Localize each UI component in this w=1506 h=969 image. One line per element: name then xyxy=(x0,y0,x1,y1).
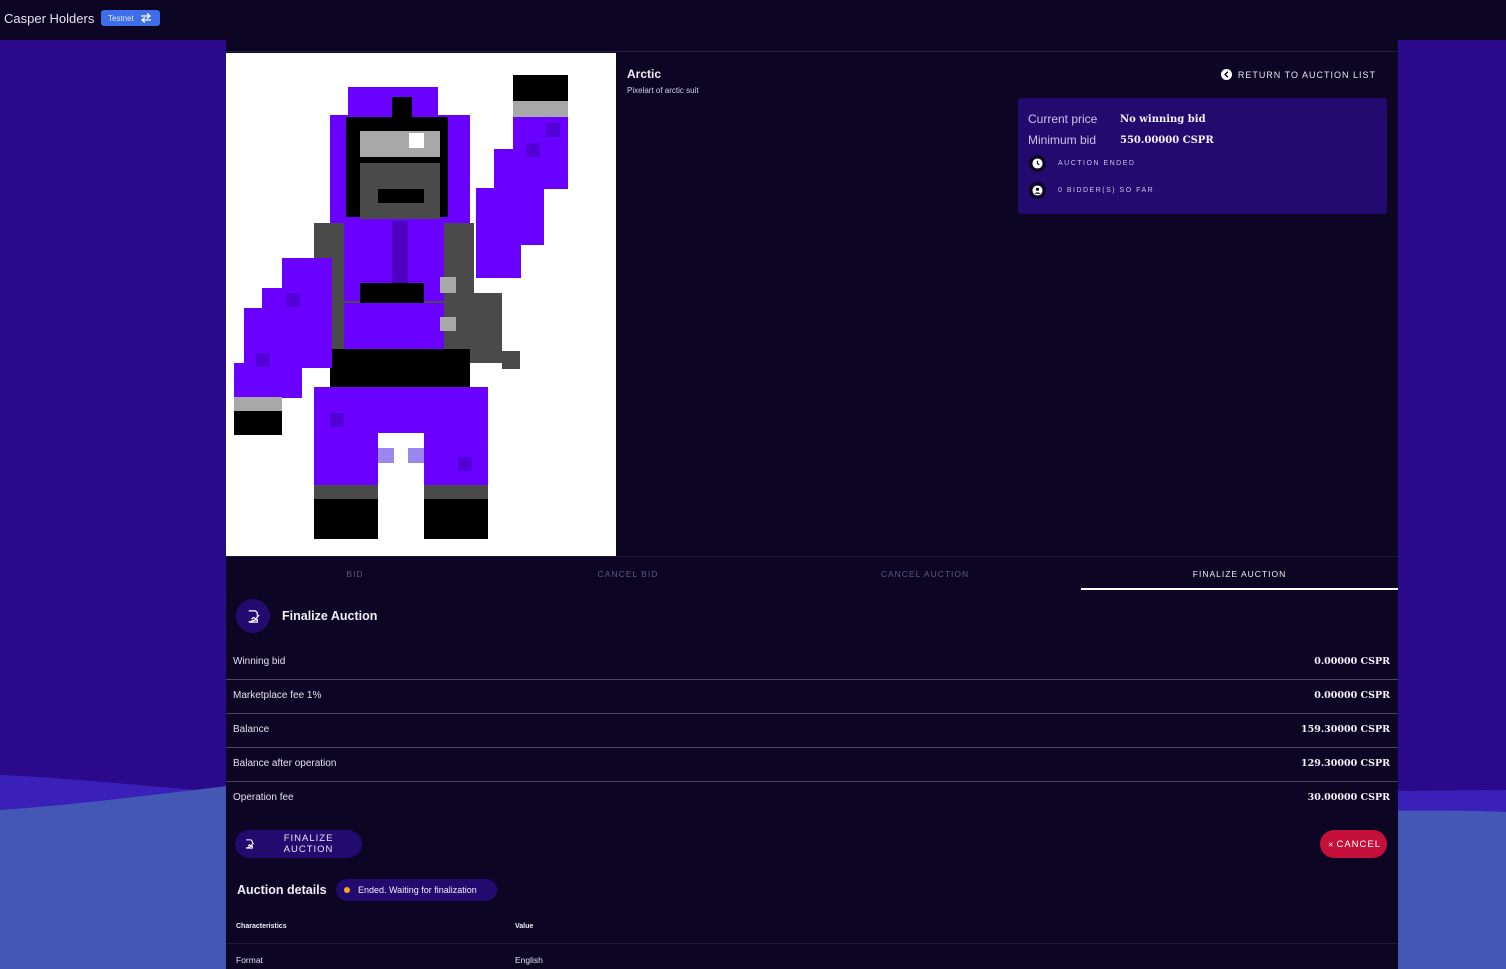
summary-label: Balance xyxy=(233,724,270,735)
summary-row-marketplace-fee: Marketplace fee 1% 0.00000 CSPR xyxy=(226,680,1398,714)
finalize-auction-button-label: FINALIZE AUCTION xyxy=(283,833,334,855)
item-name: Arctic xyxy=(627,67,662,81)
column-header-characteristics: Characteristics xyxy=(236,923,287,930)
arrow-left-circle-icon xyxy=(1220,69,1232,80)
bidders-count-text: 0 BIDDER(S) SO FAR xyxy=(1058,187,1155,194)
details-cell-characteristic: Format xyxy=(236,955,263,965)
auction-status-text: AUCTION ENDED xyxy=(1058,160,1136,167)
tab-cancel-auction[interactable]: CANCEL AUCTION xyxy=(772,569,1078,579)
summary-value: 30.00000 CSPR xyxy=(1307,792,1390,803)
current-price-value: No winning bid xyxy=(1120,113,1206,125)
return-to-auction-list-link[interactable]: RETURN TO AUCTION LIST xyxy=(1220,69,1376,80)
current-price-row: Current price No winning bid xyxy=(1028,112,1206,126)
swap-arrows-icon xyxy=(140,13,151,23)
return-link-label: RETURN TO AUCTION LIST xyxy=(1237,69,1376,80)
summary-value: 159.30000 CSPR xyxy=(1301,724,1390,735)
column-header-value: Value xyxy=(515,923,534,930)
active-tab-indicator xyxy=(1081,588,1398,590)
clock-icon xyxy=(1029,155,1046,172)
auction-status-chip: Ended. Waiting for finalization xyxy=(336,879,497,901)
close-icon xyxy=(1328,841,1333,847)
minimum-bid-row: Minimum bid 550.00000 CSPR xyxy=(1028,133,1214,147)
summary-value: 129.30000 CSPR xyxy=(1301,758,1390,769)
tab-cancel-bid[interactable]: CANCEL BID xyxy=(484,569,772,579)
minimum-bid-label: Minimum bid xyxy=(1028,133,1097,147)
details-table-header: Characteristics Value xyxy=(226,914,1398,944)
summary-label: Winning bid xyxy=(233,656,286,667)
price-card: Current price No winning bid Minimum bid… xyxy=(1018,98,1387,214)
network-badge-label: Testnet xyxy=(108,13,134,23)
cancel-button-label: CANCEL xyxy=(1336,838,1381,850)
summary-label: Operation fee xyxy=(233,792,294,803)
finalize-section-icon xyxy=(236,599,270,633)
cancel-button[interactable]: CANCEL xyxy=(1320,830,1387,858)
app-title[interactable]: Casper Holders xyxy=(4,11,94,26)
status-dot-icon xyxy=(344,887,350,893)
summary-label: Marketplace fee 1% xyxy=(233,690,322,701)
finalize-section-title: Finalize Auction xyxy=(282,609,378,623)
auction-status-row: AUCTION ENDED xyxy=(1029,155,1135,172)
auction-status-chip-label: Ended. Waiting for finalization xyxy=(358,885,477,895)
current-price-label: Current price xyxy=(1028,112,1098,126)
edit-document-icon xyxy=(248,609,260,623)
action-tabs: BID CANCEL BID CANCEL AUCTION FINALIZE A… xyxy=(226,556,1398,590)
summary-row-winning-bid: Winning bid 0.00000 CSPR xyxy=(226,646,1398,680)
summary-row-balance-after: Balance after operation 129.30000 CSPR xyxy=(226,748,1398,782)
minimum-bid-value: 550.00000 CSPR xyxy=(1120,134,1214,146)
details-cell-value: English xyxy=(515,955,543,965)
summary-label: Balance after operation xyxy=(233,758,337,769)
network-badge[interactable]: Testnet xyxy=(101,10,160,26)
summary-value: 0.00000 CSPR xyxy=(1314,656,1390,667)
divider xyxy=(226,51,1398,52)
tab-bid[interactable]: BID xyxy=(226,569,484,579)
app-header: Casper Holders Testnet xyxy=(0,0,1506,40)
arctic-suit-pixelart xyxy=(234,75,568,539)
summary-value: 0.00000 CSPR xyxy=(1314,690,1390,701)
finalize-auction-button[interactable]: FINALIZE AUCTION xyxy=(235,830,362,858)
bidders-row: 0 BIDDER(S) SO FAR xyxy=(1029,182,1154,199)
summary-row-balance: Balance 159.30000 CSPR xyxy=(226,714,1398,748)
user-circle-icon xyxy=(1029,182,1046,199)
auction-panel: Arctic Pixelart of arctic suit RETURN TO… xyxy=(226,40,1398,969)
edit-document-icon xyxy=(245,839,255,849)
auction-details-title: Auction details xyxy=(237,883,327,897)
item-description: Pixelart of arctic suit xyxy=(627,86,699,95)
finalize-summary-list: Winning bid 0.00000 CSPR Marketplace fee… xyxy=(226,646,1398,815)
nft-image xyxy=(226,53,616,556)
tab-finalize-auction[interactable]: FINALIZE AUCTION xyxy=(1081,569,1398,579)
summary-row-operation-fee: Operation fee 30.00000 CSPR xyxy=(226,782,1398,815)
